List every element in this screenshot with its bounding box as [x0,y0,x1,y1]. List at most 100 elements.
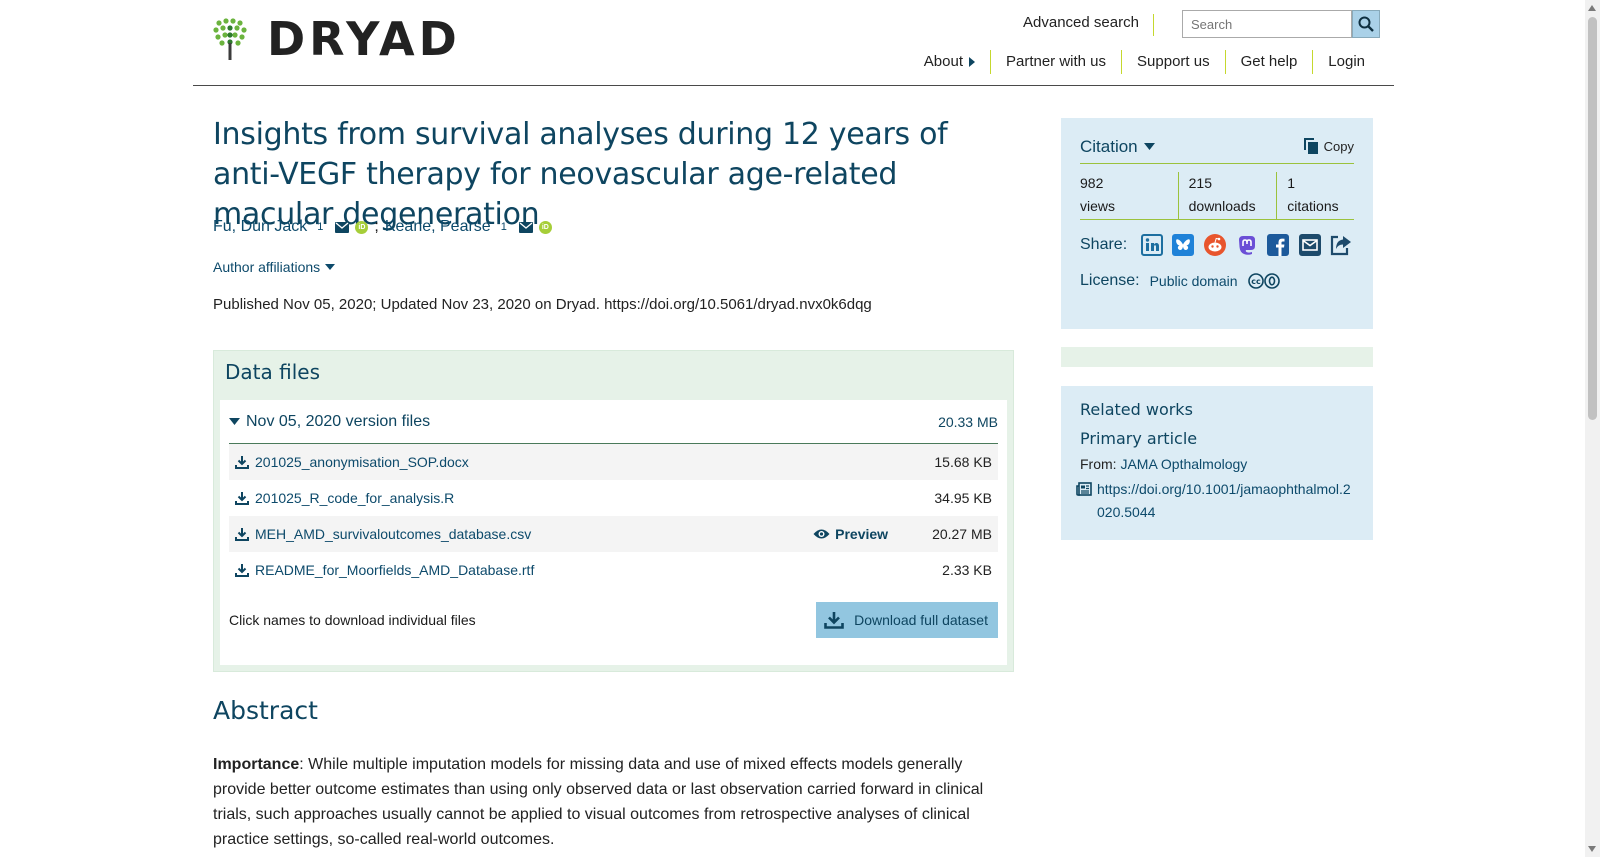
bluesky-icon[interactable] [1171,232,1197,258]
download-icon [235,456,249,469]
author-link[interactable]: Keane, Pearse [385,218,491,236]
metrics: 982 views 215 downloads 1 citations [1080,164,1354,220]
svg-text:cc: cc [1251,277,1261,286]
caret-right-icon [968,57,975,67]
orcid-icon[interactable]: iD [355,220,369,234]
file-row: 201025_R_code_for_analysis.R 34.95 KB [229,480,998,516]
page-scrollbar[interactable] [1585,0,1600,857]
file-name: README_for_Moorfields_AMD_Database.rtf [255,562,535,578]
download-full-dataset-button[interactable]: Download full dataset [816,602,998,638]
dryad-logo[interactable]: DRYAD [213,16,461,62]
download-icon [235,528,249,541]
download-icon [235,492,249,505]
affiliations-label: Author affiliations [213,259,321,275]
version-size: 20.33 MB [938,413,998,430]
article-icon [1076,482,1092,496]
preview-label: Preview [835,526,889,542]
affiliation-sup[interactable]: 1 [317,221,323,233]
nav-support[interactable]: Support us [1121,50,1225,74]
share-row: Share: [1080,232,1354,258]
data-files-heading: Data files [225,360,320,384]
eye-icon [813,529,830,539]
publication-info: Published Nov 05, 2020; Updated Nov 23, … [213,296,872,313]
file-download-link[interactable]: 201025_anonymisation_SOP.docx [235,454,469,470]
download-icon [824,612,844,629]
file-download-link[interactable]: 201025_R_code_for_analysis.R [235,490,454,506]
file-name: MEH_AMD_survivaloutcomes_database.csv [255,526,532,542]
metric-citations: 1 citations [1277,172,1354,219]
metric-value: 215 [1188,175,1212,191]
page: DRYAD Advanced search About Partner with… [193,0,1394,857]
citation-toggle[interactable]: Citation [1080,137,1155,157]
license-row: License: Public domain cc [1080,272,1354,290]
metric-downloads: 215 downloads [1179,172,1278,219]
metric-value: 982 [1080,175,1104,191]
metric-label: downloads [1188,198,1256,214]
author-separator: ; [374,218,379,235]
file-download-link[interactable]: MEH_AMD_survivaloutcomes_database.csv [235,526,531,542]
scroll-up-arrow[interactable] [1588,5,1596,11]
linkedin-icon[interactable] [1139,232,1165,258]
search-icon [1358,16,1374,32]
file-row: 201025_anonymisation_SOP.docx 15.68 KB [229,444,998,480]
email-icon[interactable] [335,221,350,233]
data-files-footer: Click names to download individual files… [229,602,998,638]
file-name: 201025_anonymisation_SOP.docx [255,454,469,470]
license-link[interactable]: Public domain [1150,273,1238,289]
copy-icon [1303,138,1318,154]
related-doi-row: https://doi.org/10.1001/jamaophthalmol.2… [1076,478,1354,524]
journal-link[interactable]: JAMA Opthalmology [1120,456,1247,472]
copy-citation-button[interactable]: Copy [1303,138,1354,155]
version-toggle[interactable]: Nov 05, 2020 version files 20.33 MB [229,400,998,444]
download-hint: Click names to download individual files [229,612,476,628]
abstract-lead: Importance [213,756,300,773]
file-download-link[interactable]: README_for_Moorfields_AMD_Database.rtf [235,562,534,578]
related-works-heading: Related works [1080,400,1193,419]
cc-zero-icon: cc [1247,273,1280,289]
advanced-search-link[interactable]: Advanced search [1023,14,1154,36]
email-icon[interactable] [518,221,533,233]
orcid-icon[interactable]: iD [538,220,552,234]
nav-login[interactable]: Login [1312,50,1380,74]
nav-about-label: About [923,53,963,70]
related-works-panel: Related works Primary article From: JAMA… [1061,386,1373,540]
mastodon-icon[interactable] [1234,232,1260,258]
search-input[interactable] [1182,10,1352,38]
from-label: From: [1080,456,1117,472]
email-share-icon[interactable] [1297,232,1323,258]
author-link[interactable]: Fu, Dun Jack [213,218,307,236]
download-icon [235,564,249,577]
file-size: 15.68 KB [934,454,992,470]
author-list: Fu, Dun Jack 1 iD ; Keane, Pearse 1 iD [213,218,552,236]
nav-help[interactable]: Get help [1224,50,1313,74]
nav-about[interactable]: About [909,50,990,74]
version-label: Nov 05, 2020 version files [246,412,431,430]
abstract-text: Importance: While multiple imputation mo… [213,752,1013,852]
citation-label: Citation [1080,136,1138,156]
primary-article-heading: Primary article [1080,429,1198,448]
main-nav: About Partner with us Support us Get hel… [909,50,1380,74]
scroll-down-arrow[interactable] [1588,846,1596,852]
scroll-thumb[interactable] [1588,17,1597,420]
related-doi-link[interactable]: https://doi.org/10.1001/jamaophthalmol.2… [1097,478,1354,524]
reddit-icon[interactable] [1202,232,1228,258]
metric-label: citations [1287,198,1339,214]
search-button[interactable] [1352,10,1380,38]
citation-panel: Citation Copy 982 views 215 downloads 1 … [1061,118,1373,329]
facebook-icon[interactable] [1265,232,1291,258]
share-icon[interactable] [1328,232,1354,258]
file-name: 201025_R_code_for_analysis.R [255,490,455,506]
related-source: From: JAMA Opthalmology [1080,456,1354,472]
download-button-label: Download full dataset [854,612,988,628]
nav-partner[interactable]: Partner with us [989,50,1121,74]
data-files-body: Nov 05, 2020 version files 20.33 MB 2010… [220,400,1007,665]
caret-down-icon [1143,143,1155,150]
file-size: 2.33 KB [942,562,992,578]
affiliation-sup[interactable]: 1 [501,221,507,233]
share-label: Share: [1080,236,1128,253]
caret-down-icon [229,418,240,425]
sidebar-divider-strip [1061,347,1373,367]
abstract-heading: Abstract [213,696,318,725]
preview-button[interactable]: Preview [813,526,888,542]
author-affiliations-toggle[interactable]: Author affiliations [213,259,336,275]
